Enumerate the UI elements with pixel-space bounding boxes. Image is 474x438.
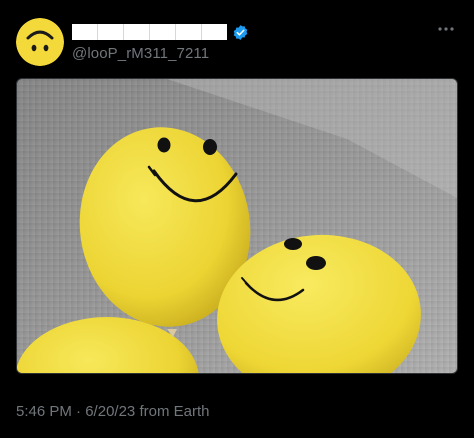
tweet-source: from Earth [139, 403, 210, 420]
display-name[interactable] [72, 22, 249, 42]
verified-badge-icon [233, 24, 248, 40]
meta-separator: · [76, 403, 82, 420]
tweet-detail: @looP_rM311_7211 5:46 PM · 6/20/23 from … [0, 0, 474, 438]
upside-down-smiley-icon [16, 18, 64, 66]
tweet-photo[interactable] [16, 78, 458, 374]
user-handle[interactable]: @looP_rM311_7211 [72, 45, 209, 62]
tweet-date: 6/20/23 [85, 403, 136, 420]
smiley-balloons-image [17, 79, 457, 373]
tweet-timestamp[interactable]: 5:46 PM · 6/20/23 from Earth [16, 403, 209, 420]
tweet-time: 5:46 PM [16, 403, 72, 420]
more-options-icon[interactable] [436, 24, 456, 34]
avatar[interactable] [16, 18, 64, 66]
redacted-display-name [72, 24, 227, 40]
